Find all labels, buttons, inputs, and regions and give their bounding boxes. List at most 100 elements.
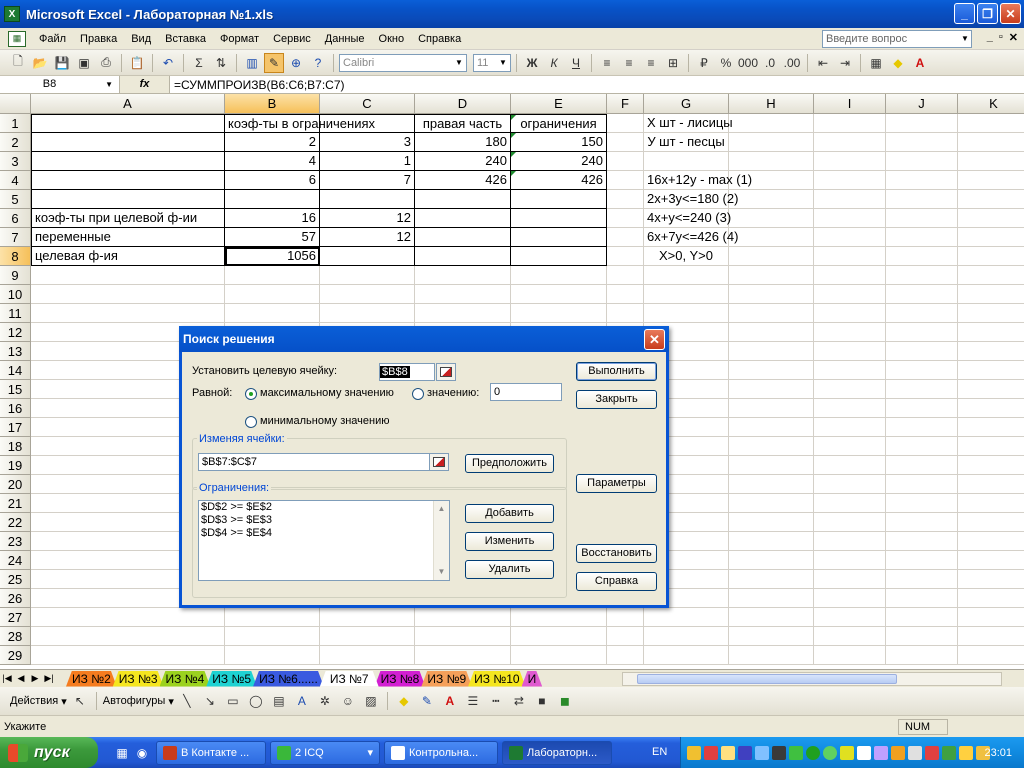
cell-c7[interactable]: 12 [320,228,415,247]
cell-h28[interactable] [729,627,814,646]
increase-indent-icon[interactable]: ⇥ [835,53,855,73]
cell-c5[interactable] [320,190,415,209]
cell-f10[interactable] [607,285,644,304]
cell-k25[interactable] [958,570,1024,589]
cell-k29[interactable] [958,646,1024,665]
cell-f6[interactable] [607,209,644,228]
menu-insert[interactable]: Вставка [158,29,213,49]
actions-menu[interactable]: Действия [10,695,58,707]
chevron-down-icon[interactable]: ▾ [367,746,373,759]
cell-k6[interactable] [958,209,1024,228]
cell-f1[interactable] [607,114,644,133]
cell-k17[interactable] [958,418,1024,437]
cell-i23[interactable] [814,532,886,551]
cell-b2[interactable]: 2 [225,133,320,152]
cell-k12[interactable] [958,323,1024,342]
row-header[interactable]: 2 [0,133,31,152]
cell-g4[interactable]: 16x+12y - max (1) [644,171,752,190]
sheet-tab[interactable]: ИЗ №6...... [253,671,324,687]
chevron-down-icon[interactable]: ▼ [434,564,449,580]
cell-a7[interactable]: переменные [31,228,225,247]
cell-g2[interactable]: У шт - песцы [644,133,729,152]
cell-b10[interactable] [225,285,320,304]
fill-color-icon[interactable]: ◆ [888,53,908,73]
italic-button[interactable]: К [544,53,564,73]
cell-f28[interactable] [607,627,644,646]
zoom-icon[interactable]: ⊕ [286,53,306,73]
cell-j24[interactable] [886,551,958,570]
row-header[interactable]: 7 [0,228,31,247]
cell-j21[interactable] [886,494,958,513]
cell-g29[interactable] [644,646,729,665]
taskbar-item-vkontakte[interactable]: В Контакте ... [156,740,266,765]
cell-b9[interactable] [225,266,320,285]
scroll-thumb[interactable] [637,674,897,684]
cell-i6[interactable] [814,209,886,228]
cell-h3[interactable] [729,152,814,171]
tray-icon[interactable] [772,745,786,760]
chevron-down-icon[interactable]: ▾ [168,695,174,708]
cell-a27[interactable] [31,608,225,627]
cell-d4[interactable]: 426 [415,171,511,190]
cell-e2[interactable]: 150 [511,133,607,152]
row-header[interactable]: 3 [0,152,31,171]
cell-e3[interactable]: 240 [511,152,607,171]
taskbar-item-word[interactable]: Контрольна... [384,740,498,765]
cell-h7[interactable] [729,228,814,247]
chevron-up-icon[interactable]: ▲ [434,501,449,517]
delete-button[interactable]: Удалить [465,560,554,579]
tray-icon[interactable] [823,745,837,760]
tray-icon[interactable] [704,745,718,760]
row-header[interactable]: 17 [0,418,31,437]
cell-k20[interactable] [958,475,1024,494]
cell-g8[interactable]: X>0, Y>0 [644,247,729,266]
bold-button[interactable]: Ж [522,53,542,73]
cell-a1[interactable] [31,114,225,133]
cell-g6[interactable]: 4x+y<=240 (3) [644,209,731,228]
wordart-icon[interactable]: A [292,691,312,711]
cell-i9[interactable] [814,266,886,285]
cell-e11[interactable] [511,304,607,323]
chevron-down-icon[interactable]: ▾ [61,695,67,708]
insert-function-icon[interactable]: fx [120,76,170,93]
sheet-tab[interactable]: ИЗ №9 [421,671,472,687]
sort-asc-icon[interactable]: ⇅ [211,53,231,73]
cell-c28[interactable] [320,627,415,646]
row-header[interactable]: 10 [0,285,31,304]
guess-button[interactable]: Предположить [465,454,554,473]
row-header[interactable]: 21 [0,494,31,513]
paste-icon[interactable]: 📋 [127,53,147,73]
cell-g7[interactable]: 6x+7y<=426 (4) [644,228,738,247]
cell-f2[interactable] [607,133,644,152]
cell-j10[interactable] [886,285,958,304]
cell-h9[interactable] [729,266,814,285]
cell-g5[interactable]: 2x+3y<=180 (2) [644,190,738,209]
tray-icon[interactable] [942,745,956,760]
cell-j12[interactable] [886,323,958,342]
cell-j26[interactable] [886,589,958,608]
cell-j20[interactable] [886,475,958,494]
cell-f3[interactable] [607,152,644,171]
collapse-dialog-icon[interactable] [436,363,456,381]
cell-i10[interactable] [814,285,886,304]
dialog-close-button[interactable]: ✕ [644,329,665,350]
cell-b4[interactable]: 6 [225,171,320,190]
row-header[interactable]: 13 [0,342,31,361]
increase-decimal-icon[interactable]: .0 [760,53,780,73]
column-header-h[interactable]: H [729,94,814,114]
cell-i7[interactable] [814,228,886,247]
cell-g11[interactable] [644,304,729,323]
doc-close-button[interactable]: ✕ [1009,31,1018,44]
row-header[interactable]: 4 [0,171,31,190]
row-header[interactable]: 27 [0,608,31,627]
shadow-icon[interactable]: ■ [532,691,552,711]
cell-d29[interactable] [415,646,511,665]
prev-sheet-icon[interactable]: ◀ [14,673,28,684]
cell-e10[interactable] [511,285,607,304]
max-label[interactable]: максимальному значению [260,387,394,399]
column-header-d[interactable]: D [415,94,511,114]
cell-h22[interactable] [729,513,814,532]
cell-e29[interactable] [511,646,607,665]
cell-b5[interactable] [225,190,320,209]
cell-i15[interactable] [814,380,886,399]
